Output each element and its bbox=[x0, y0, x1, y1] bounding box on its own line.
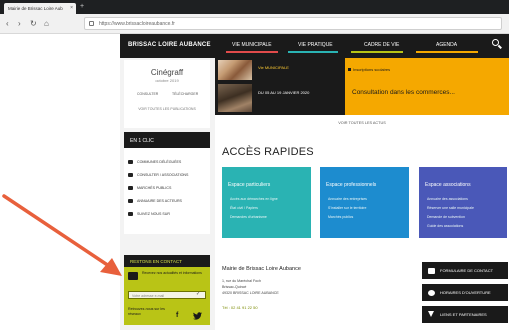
tile-link[interactable]: Guide des associations bbox=[427, 224, 463, 228]
close-icon[interactable]: × bbox=[70, 5, 73, 11]
tile-link[interactable]: Réserver une salle municipale bbox=[427, 206, 474, 210]
search-icon[interactable] bbox=[492, 39, 499, 46]
annotation-arrow bbox=[2, 194, 122, 276]
news-thumbnail[interactable] bbox=[218, 60, 252, 80]
nav-underline-agenda bbox=[416, 51, 478, 53]
opening-hours-label[interactable]: HORAIRES D'OUVERTURE bbox=[440, 290, 491, 295]
quick-link-item[interactable]: COMMUNES DÉLÉGUÉES bbox=[137, 160, 181, 164]
news-thumbnail[interactable] bbox=[218, 84, 252, 112]
news-date: DU 05 AU 19 JANVIER 2020 bbox=[258, 90, 310, 95]
reload-icon[interactable]: ↻ bbox=[30, 19, 37, 28]
back-icon[interactable]: ‹ bbox=[6, 19, 9, 28]
town-hall-name: Mairie de Brissac Loire Aubance bbox=[222, 266, 301, 272]
filter-icon bbox=[428, 311, 434, 317]
tile-link[interactable]: Accès aux démarches en ligne bbox=[230, 197, 278, 201]
nav-vie-pratique[interactable]: VIE PRATIQUE bbox=[298, 42, 333, 48]
tile-link[interactable]: Marchés publics bbox=[328, 215, 353, 219]
forward-icon[interactable]: › bbox=[18, 19, 21, 28]
tile-link[interactable]: Annuaire des entreprises bbox=[328, 197, 367, 201]
quick-links-heading: EN 1 CLIC bbox=[124, 132, 210, 148]
url-bar[interactable]: https://www.brissacloireaubance.fr bbox=[84, 17, 502, 30]
facebook-icon[interactable]: f bbox=[176, 312, 178, 319]
quick-link-item[interactable]: CONSULTER / ASSOCIATIONS bbox=[137, 173, 188, 177]
contact-form-label[interactable]: FORMULAIRE DE CONTACT bbox=[440, 268, 493, 273]
publication-date: octobre 2019 bbox=[155, 78, 179, 83]
nav-underline-cadre-de-vie bbox=[351, 51, 403, 53]
browser-tab-title: Mairie de Brissac Loire Aub bbox=[8, 6, 63, 11]
quick-link-item[interactable]: SUIVEZ NOUS SUR bbox=[137, 212, 170, 216]
address-line: 49320 BRISSAC LOIRE AUBANCE bbox=[222, 291, 279, 295]
tile-title[interactable]: Espace associations bbox=[425, 182, 471, 188]
news-headline[interactable]: Consultation dans les commerces... bbox=[352, 89, 455, 96]
people-icon bbox=[128, 173, 133, 177]
submit-check-icon[interactable]: ✓ bbox=[196, 291, 200, 297]
nav-underline-vie-municipale bbox=[226, 51, 278, 53]
publication-title: Cinégraff bbox=[150, 68, 184, 77]
tile-professionnels[interactable] bbox=[320, 167, 409, 238]
quick-link-item[interactable]: MARCHÉS PUBLICS bbox=[137, 186, 171, 190]
consult-link[interactable]: CONSULTER bbox=[137, 92, 158, 96]
browser-tab[interactable]: Mairie de Brissac Loire Aub × bbox=[4, 3, 76, 14]
arrow-shaft bbox=[2, 194, 114, 270]
phone-number[interactable]: Tél : 02 41 91 22 50 bbox=[222, 305, 258, 310]
tile-title[interactable]: Espace particuliers bbox=[228, 182, 270, 188]
tile-particuliers[interactable] bbox=[222, 167, 311, 238]
news-headline[interactable]: Inscriptions scolaires bbox=[353, 67, 390, 72]
contact-text: Recevez nos actualités et informations bbox=[142, 271, 202, 275]
contact-heading: RESTONS EN CONTACT bbox=[124, 255, 210, 267]
twitter-bird-icon bbox=[193, 312, 202, 320]
news-category: Vie MUNICIPALE bbox=[258, 65, 289, 70]
building-icon bbox=[128, 160, 133, 164]
newsletter-email-input[interactable]: Votre adresse e-mail bbox=[128, 291, 206, 299]
news-panel-2[interactable] bbox=[345, 81, 509, 115]
all-publications-link[interactable]: VOIR TOUTES LES PUBLICATIONS bbox=[124, 107, 210, 111]
quick-link-item[interactable]: ANNUAIRE DES ACTEURS bbox=[137, 199, 182, 203]
all-news-link[interactable]: VOIR TOUTES LES ACTUS bbox=[215, 121, 509, 125]
site-logo[interactable]: BRISSAC LOIRE AUBANCE bbox=[128, 42, 211, 48]
nav-underline-vie-pratique bbox=[288, 51, 338, 53]
bullet-icon bbox=[348, 68, 351, 71]
follow-text: Retrouvez-nous sur les réseaux bbox=[128, 307, 165, 316]
tile-link[interactable]: Annuaire des associations bbox=[427, 197, 468, 201]
browser-tabstrip bbox=[0, 0, 509, 14]
twitter-icon[interactable] bbox=[193, 312, 202, 322]
tile-title[interactable]: Espace professionnels bbox=[326, 182, 376, 188]
nav-vie-municipale[interactable]: VIE MUNICIPALE bbox=[232, 42, 272, 48]
nav-cadre-de-vie[interactable]: CADRE DE VIE bbox=[364, 42, 399, 48]
tile-link[interactable]: Demandes d'urbanisme bbox=[230, 215, 267, 219]
address-line: Brissac-Quincé bbox=[222, 285, 247, 289]
partners-label[interactable]: LIENS ET PARTENAIRES bbox=[440, 312, 487, 317]
tile-link[interactable]: S'installer sur le territoire bbox=[328, 206, 366, 210]
lock-icon bbox=[89, 21, 94, 26]
download-link[interactable]: TÉLÉCHARGER bbox=[172, 92, 198, 96]
envelope-icon bbox=[428, 268, 435, 274]
section-title: ACCÈS RAPIDES bbox=[222, 146, 314, 158]
clock-icon bbox=[428, 290, 435, 296]
tile-link[interactable]: Demande de subvention bbox=[427, 215, 465, 219]
home-icon[interactable]: ⌂ bbox=[44, 19, 49, 28]
address-line: 1, rue du Maréchal Foch bbox=[222, 279, 261, 283]
nav-agenda[interactable]: AGENDA bbox=[436, 42, 457, 48]
new-tab-button[interactable]: + bbox=[80, 3, 84, 10]
tile-link[interactable]: État civil / Papiers bbox=[230, 206, 258, 210]
